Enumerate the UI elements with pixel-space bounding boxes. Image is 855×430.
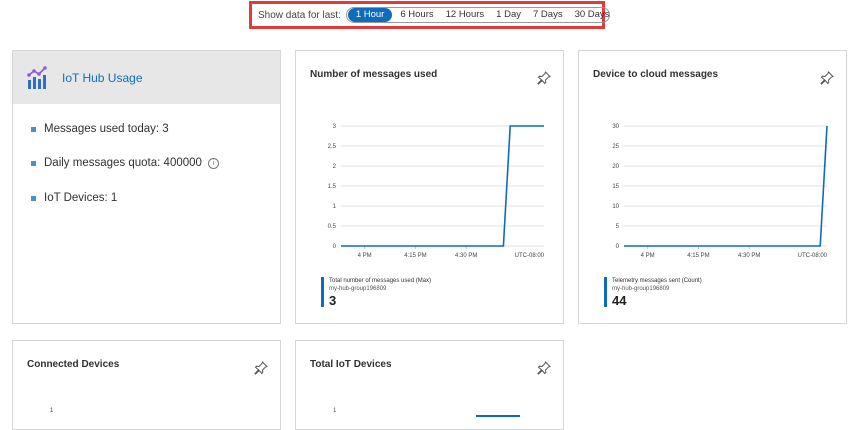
y-tick-label: 0 <box>616 244 620 250</box>
stat-messages-used: Messages used today: 3 <box>31 123 169 135</box>
bullet-icon <box>31 126 36 132</box>
tile-title: Connected Devices <box>27 359 120 370</box>
info-icon[interactable]: i <box>207 157 219 169</box>
x-tick-label: 4:30 PM <box>738 253 760 259</box>
y-tick-label: 1 <box>333 408 337 414</box>
legend-color-bar <box>604 277 607 307</box>
y-tick-label: 0.5 <box>328 224 337 230</box>
y-tick-label: 1 <box>50 408 54 414</box>
usage-chart-icon <box>27 66 47 89</box>
tile-title: Total IoT Devices <box>310 359 392 370</box>
tile-title: Device to cloud messages <box>593 69 719 80</box>
time-range-options: 1 Hour 6 Hours 12 Hours 1 Day 7 Days 30 … <box>345 7 610 23</box>
x-tick-label: 4 PM <box>358 253 372 259</box>
stat-value: 400000 <box>163 157 202 169</box>
time-option-30-days[interactable]: 30 Days <box>569 8 616 22</box>
pin-icon[interactable] <box>537 71 551 85</box>
usage-tile-title[interactable]: IoT Hub Usage <box>62 71 143 85</box>
stat-iot-devices: IoT Devices: 1 <box>31 192 117 204</box>
chart-line-partial <box>476 415 520 417</box>
timezone-label: UTC-08:00 <box>798 253 828 259</box>
legend-series-name: Telemetry messages sent (Count) <box>612 278 702 284</box>
timezone-label: UTC-08:00 <box>515 253 545 259</box>
y-tick-label: 25 <box>612 144 619 150</box>
y-tick-label: 10 <box>612 204 619 210</box>
pin-icon[interactable] <box>820 71 834 85</box>
tile-title: Number of messages used <box>310 69 438 80</box>
time-option-12-hours[interactable]: 12 Hours <box>440 8 491 22</box>
legend-series-name: Total number of messages used (Max) <box>329 278 432 284</box>
legend-color-bar <box>321 277 324 307</box>
x-tick-label: 4 PM <box>641 253 655 259</box>
iot-hub-usage-tile: IoT Hub Usage Messages used today: 3 Dai… <box>12 50 281 324</box>
total-iot-devices-tile: Total IoT Devices 1 <box>295 340 564 430</box>
stat-daily-quota: Daily messages quota: 400000 i <box>31 157 219 169</box>
y-tick-label: 2.5 <box>328 144 337 150</box>
stat-value: 1 <box>110 192 118 204</box>
legend-resource-name: my-hub-group196809 <box>329 286 387 292</box>
x-tick-label: 4:30 PM <box>455 253 477 259</box>
y-tick-label: 2 <box>333 164 337 170</box>
bullet-icon <box>31 195 36 201</box>
y-tick-label: 30 <box>612 124 619 130</box>
bullet-icon <box>31 160 36 166</box>
messages-used-tile: Number of messages used 0 0.5 1 1.5 2 2.5 3 4 P… <box>295 50 564 324</box>
y-tick-label: 1 <box>333 204 337 210</box>
y-tick-label: 1.5 <box>328 184 337 190</box>
pin-icon[interactable] <box>254 361 268 375</box>
connected-devices-tile: Connected Devices 1 <box>12 340 281 430</box>
pin-icon[interactable] <box>537 361 551 375</box>
legend-summary-value: 3 <box>329 293 337 308</box>
time-option-1-day[interactable]: 1 Day <box>490 8 527 22</box>
stat-label: IoT Devices: <box>44 192 108 204</box>
x-tick-label: 4:15 PM <box>404 253 426 259</box>
time-range-filter: Show data for last: 1 Hour 6 Hours 12 Ho… <box>249 1 610 29</box>
time-option-7-days[interactable]: 7 Days <box>527 8 569 22</box>
y-tick-label: 15 <box>612 184 619 190</box>
time-option-1-hour[interactable]: 1 Hour <box>347 8 393 22</box>
y-tick-label: 0 <box>333 244 337 250</box>
device-to-cloud-chart: 0 5 10 15 20 25 30 4 PM 4:15 PM 4:30 PM UTC-08:00 <box>612 124 828 259</box>
time-option-6-hours[interactable]: 6 Hours <box>394 8 439 22</box>
y-tick-label: 5 <box>616 224 620 230</box>
time-range-label: Show data for last: <box>258 9 341 21</box>
messages-used-chart: 0 0.5 1 1.5 2 2.5 3 4 PM 4:15 PM 4:30 PM UTC-08:00 <box>328 124 545 259</box>
stat-value: 3 <box>162 123 169 135</box>
y-tick-label: 3 <box>333 124 337 130</box>
stat-label: Daily messages quota: <box>44 157 161 169</box>
usage-tile-header: IoT Hub Usage <box>13 51 280 104</box>
stat-label: Messages used today: <box>44 123 160 135</box>
legend-resource-name: my-hub-group196809 <box>612 286 670 292</box>
legend-summary-value: 44 <box>612 293 627 308</box>
y-tick-label: 20 <box>612 164 619 170</box>
x-tick-label: 4:15 PM <box>687 253 709 259</box>
device-to-cloud-tile: Device to cloud messages 0 5 10 15 20 25 30 4 P… <box>578 50 847 324</box>
